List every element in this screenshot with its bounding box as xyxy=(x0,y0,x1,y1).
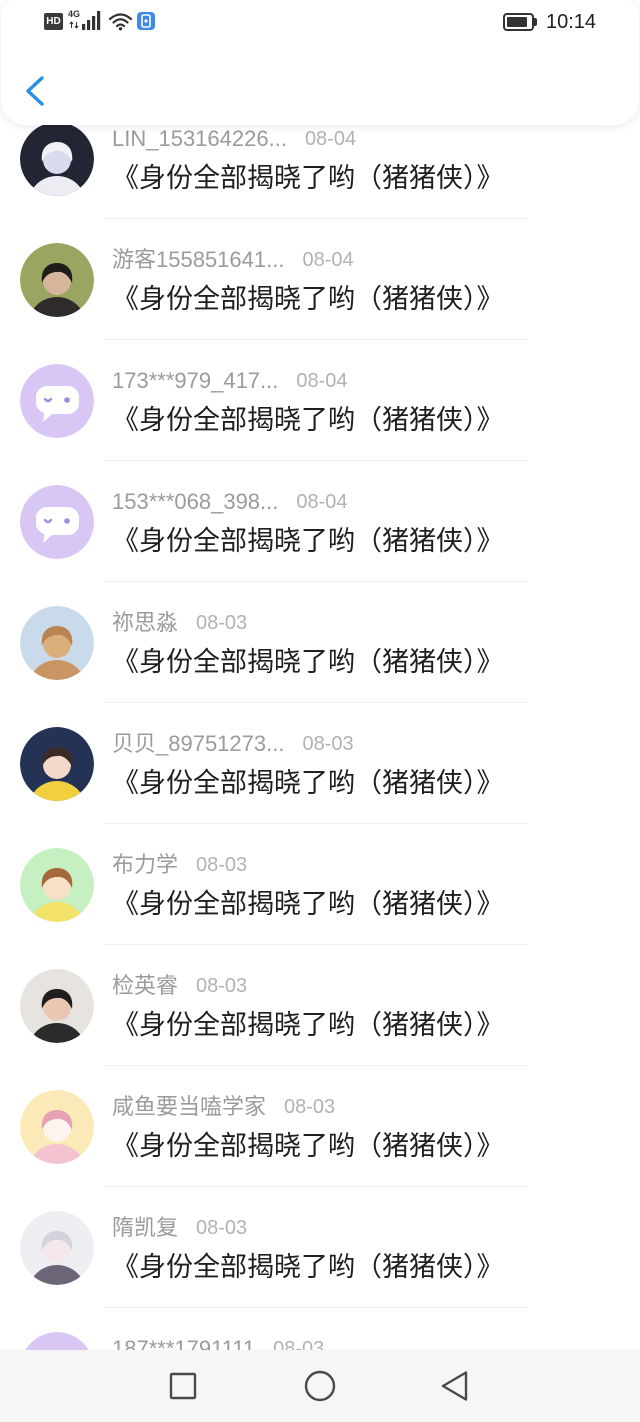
list-item[interactable]: 咸鱼要当嗑学家 08-03 《身份全部揭晓了哟（猪猪侠）》 xyxy=(0,1066,640,1187)
post-date: 08-03 xyxy=(273,1338,325,1350)
data-activity-icon xyxy=(69,21,79,29)
user-avatar[interactable] xyxy=(20,606,94,680)
post-title: 《身份全部揭晓了哟（猪猪侠）》 xyxy=(112,889,504,920)
post-date: 08-04 xyxy=(296,370,348,392)
default-avatar-icon xyxy=(25,1332,89,1350)
battery-cap xyxy=(534,18,537,26)
photo-avatar-icon xyxy=(20,727,94,801)
post-title: 《身份全部揭晓了哟（猪猪侠）》 xyxy=(112,284,504,315)
post-title: 《身份全部揭晓了哟（猪猪侠）》 xyxy=(112,163,504,194)
user-name: 祢思淼 xyxy=(112,610,179,635)
user-avatar[interactable] xyxy=(20,1090,94,1164)
item-meta: 祢思淼 08-03 xyxy=(112,609,247,637)
user-name: 检英睿 xyxy=(112,973,179,998)
user-name: 187***1791111 xyxy=(112,1336,256,1350)
photo-avatar-icon xyxy=(20,1090,94,1164)
post-date: 08-04 xyxy=(296,491,348,513)
home-button[interactable] xyxy=(298,1364,342,1408)
battery-level-fill xyxy=(507,17,527,27)
post-date: 08-04 xyxy=(302,249,354,271)
top-bar: HD 4G 10:14 xyxy=(1,0,639,125)
clock-time: 10:14 xyxy=(546,11,597,33)
wifi-icon xyxy=(108,13,133,31)
list-item[interactable]: 祢思淼 08-03 《身份全部揭晓了哟（猪猪侠）》 xyxy=(0,582,640,703)
app-notification-icon xyxy=(137,12,155,30)
user-name: 153***068_398... xyxy=(112,489,279,514)
post-title: 《身份全部揭晓了哟（猪猪侠）》 xyxy=(112,526,504,557)
user-name: 隋凯复 xyxy=(112,1215,179,1240)
photo-avatar-icon xyxy=(20,848,94,922)
user-avatar[interactable] xyxy=(20,1211,94,1285)
item-meta: LIN_153164226... 08-04 xyxy=(112,125,356,153)
user-name: 游客155851641... xyxy=(112,247,285,272)
activity-list[interactable]: LIN_153164226... 08-04 《身份全部揭晓了哟（猪猪侠）》 游… xyxy=(0,98,640,1350)
signal-icon xyxy=(82,11,101,30)
user-avatar[interactable] xyxy=(20,969,94,1043)
post-date: 08-03 xyxy=(196,854,248,876)
photo-avatar-icon xyxy=(20,606,94,680)
list-item[interactable]: 173***979_417... 08-04 《身份全部揭晓了哟（猪猪侠）》 xyxy=(0,340,640,461)
list-item[interactable]: 187***1791111 08-03 xyxy=(0,1308,640,1350)
user-name: 173***979_417... xyxy=(112,368,279,393)
post-date: 08-03 xyxy=(284,1096,336,1118)
user-name: 布力学 xyxy=(112,852,179,877)
item-meta: 游客155851641... 08-04 xyxy=(112,246,354,274)
user-avatar[interactable] xyxy=(20,848,94,922)
list-item[interactable]: 贝贝_89751273... 08-03 《身份全部揭晓了哟（猪猪侠）》 xyxy=(0,703,640,824)
nav-back-button[interactable] xyxy=(433,1364,477,1408)
list-item[interactable]: 游客155851641... 08-04 《身份全部揭晓了哟（猪猪侠）》 xyxy=(0,219,640,340)
recent-apps-button[interactable] xyxy=(161,1364,205,1408)
post-date: 08-03 xyxy=(196,1217,248,1239)
post-date: 08-04 xyxy=(304,128,357,150)
status-bar: HD 4G 10:14 xyxy=(1,0,639,44)
post-date: 08-03 xyxy=(196,612,248,634)
item-meta: 检英睿 08-03 xyxy=(112,972,247,1000)
list-item[interactable]: 153***068_398... 08-04 《身份全部揭晓了哟（猪猪侠）》 xyxy=(0,461,640,582)
photo-avatar-icon xyxy=(20,1211,94,1285)
user-avatar[interactable] xyxy=(20,1332,94,1350)
photo-avatar-icon xyxy=(20,243,94,317)
item-meta: 贝贝_89751273... 08-03 xyxy=(112,730,354,758)
user-avatar[interactable] xyxy=(20,727,94,801)
user-name: 咸鱼要当嗑学家 xyxy=(112,1094,267,1119)
user-avatar[interactable] xyxy=(20,485,94,559)
chevron-left-icon xyxy=(26,76,44,106)
item-meta: 隋凯复 08-03 xyxy=(112,1214,247,1242)
list-item[interactable]: 隋凯复 08-03 《身份全部揭晓了哟（猪猪侠）》 xyxy=(0,1187,640,1308)
battery-icon xyxy=(503,13,534,31)
photo-avatar-icon xyxy=(20,122,94,196)
post-title: 《身份全部揭晓了哟（猪猪侠）》 xyxy=(112,1131,504,1162)
post-title: 《身份全部揭晓了哟（猪猪侠）》 xyxy=(112,405,504,436)
post-title: 《身份全部揭晓了哟（猪猪侠）》 xyxy=(112,1010,504,1041)
item-meta: 布力学 08-03 xyxy=(112,851,247,879)
back-triangle-icon xyxy=(441,1371,468,1401)
item-meta: 173***979_417... 08-04 xyxy=(112,367,348,395)
default-avatar-icon xyxy=(20,364,94,438)
user-name: LIN_153164226... xyxy=(112,126,287,151)
post-title: 《身份全部揭晓了哟（猪猪侠）》 xyxy=(112,768,504,799)
post-date: 08-03 xyxy=(196,975,248,997)
item-meta: 187***1791111 08-03 xyxy=(112,1335,324,1350)
back-button[interactable] xyxy=(19,70,55,112)
list-item[interactable]: 布力学 08-03 《身份全部揭晓了哟（猪猪侠）》 xyxy=(0,824,640,945)
user-avatar[interactable] xyxy=(20,243,94,317)
post-title: 《身份全部揭晓了哟（猪猪侠）》 xyxy=(112,1252,504,1283)
hd-badge: HD xyxy=(44,13,63,30)
list-item[interactable]: 检英睿 08-03 《身份全部揭晓了哟（猪猪侠）》 xyxy=(0,945,640,1066)
home-icon xyxy=(304,1370,336,1402)
photo-avatar-icon xyxy=(20,969,94,1043)
system-nav-bar xyxy=(0,1350,640,1422)
user-avatar[interactable] xyxy=(20,122,94,196)
default-avatar-icon xyxy=(20,485,94,559)
item-meta: 153***068_398... 08-04 xyxy=(112,488,348,516)
user-avatar[interactable] xyxy=(20,364,94,438)
post-date: 08-03 xyxy=(302,733,354,755)
recent-apps-icon xyxy=(169,1372,197,1400)
user-name: 贝贝_89751273... xyxy=(112,731,285,756)
item-meta: 咸鱼要当嗑学家 08-03 xyxy=(112,1093,335,1121)
network-type-label: 4G xyxy=(68,9,81,19)
post-title: 《身份全部揭晓了哟（猪猪侠）》 xyxy=(112,647,504,678)
